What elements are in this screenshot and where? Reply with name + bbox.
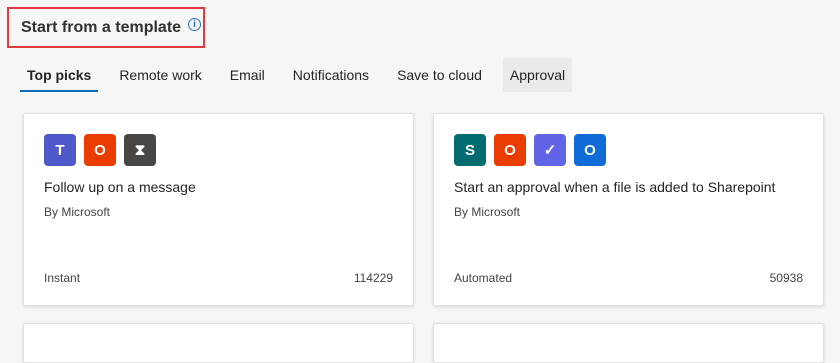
card-type: Instant: [44, 271, 81, 285]
template-tabs: Top picks Remote work Email Notification…: [20, 58, 586, 92]
office-icon: O: [494, 134, 526, 166]
tab-remote-work[interactable]: Remote work: [112, 58, 208, 92]
office-icon: O: [84, 134, 116, 166]
info-icon[interactable]: i: [188, 18, 202, 31]
hourglass-icon: ⧗: [124, 134, 156, 166]
tab-email[interactable]: Email: [223, 58, 272, 92]
template-card[interactable]: S O ✓ O Start an approval when a file is…: [433, 113, 824, 306]
card-usage-count: 50938: [769, 271, 803, 285]
connector-icons: S O ✓ O: [454, 134, 614, 166]
header-highlight-box: Start from a template i: [7, 7, 205, 48]
page-title: Start from a template: [21, 18, 182, 36]
teams-icon: T: [44, 134, 76, 166]
card-type: Automated: [454, 271, 513, 285]
card-title: Start an approval when a file is added t…: [454, 179, 776, 195]
connector-icons: T O ⧗: [44, 134, 164, 166]
outlook-icon: O: [574, 134, 606, 166]
tab-approval[interactable]: Approval: [502, 58, 573, 92]
approvals-icon: ✓: [534, 134, 566, 166]
card-title: Follow up on a message: [44, 179, 196, 195]
card-author: By Microsoft: [44, 205, 111, 219]
tab-top-picks[interactable]: Top picks: [20, 58, 99, 92]
tab-save-to-cloud[interactable]: Save to cloud: [390, 58, 489, 92]
card-usage-count: 114229: [353, 271, 393, 285]
template-card[interactable]: [433, 323, 824, 363]
tab-notifications[interactable]: Notifications: [286, 58, 376, 92]
sharepoint-icon: S: [454, 134, 486, 166]
template-card[interactable]: T O ⧗ Follow up on a message By Microsof…: [23, 113, 414, 306]
template-card[interactable]: [23, 323, 414, 363]
card-author: By Microsoft: [454, 205, 521, 219]
